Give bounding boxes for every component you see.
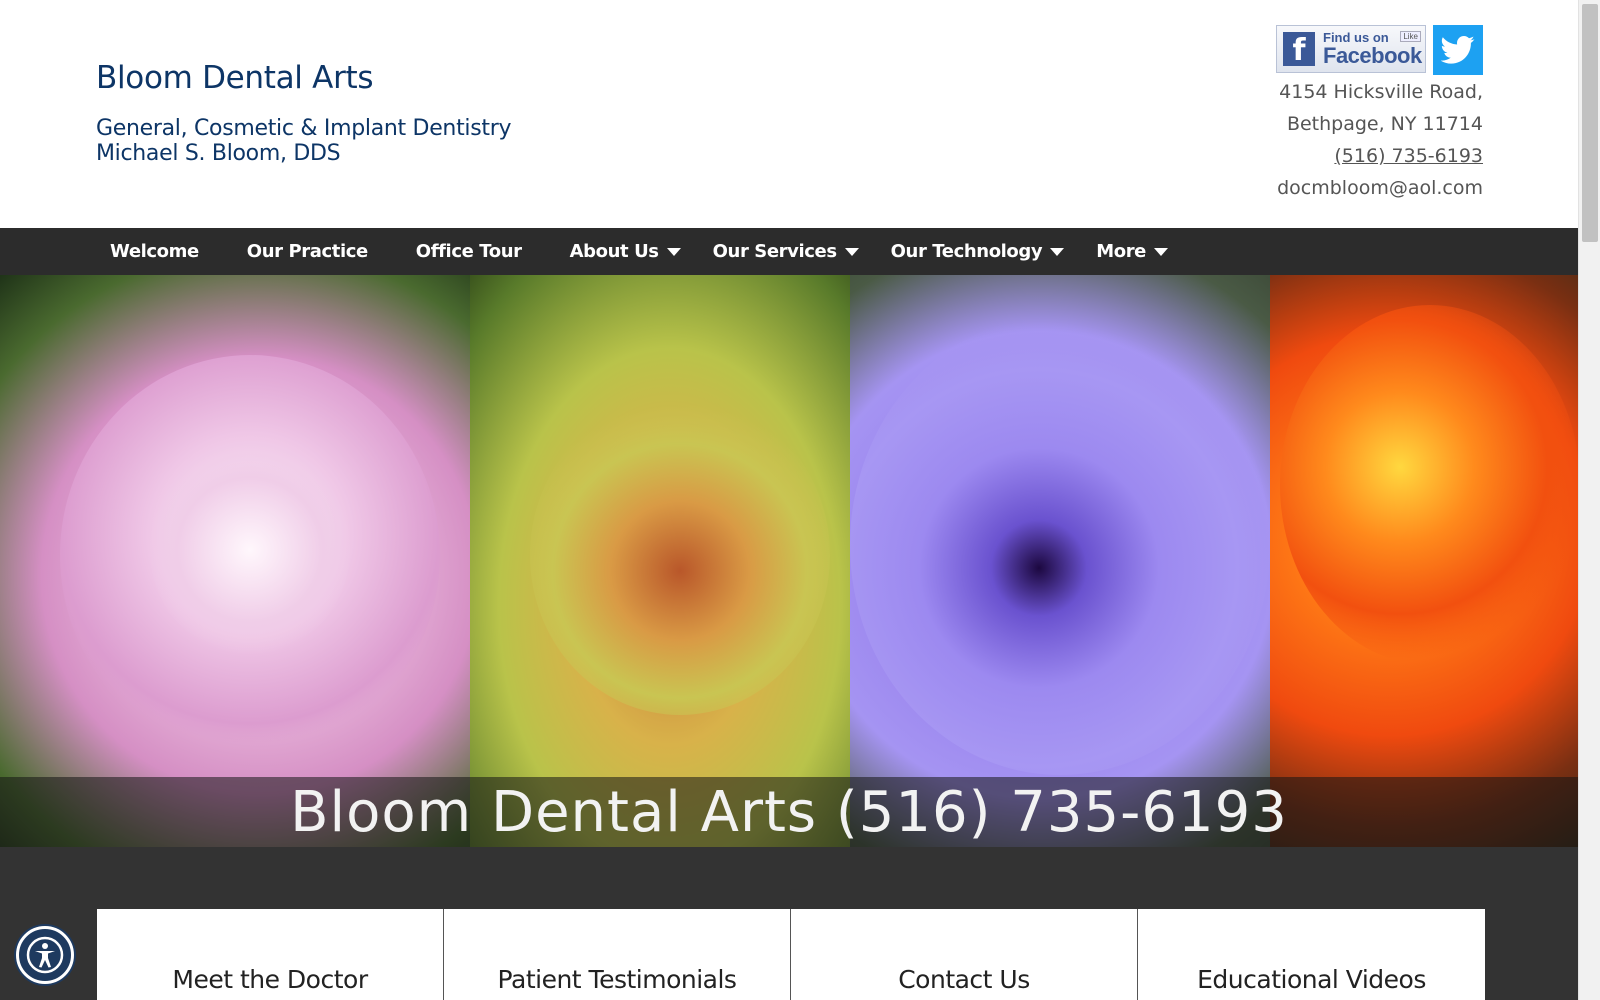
card-meet-the-doctor[interactable]: Meet the Doctor bbox=[97, 909, 444, 1000]
address-street: 4154 Hicksville Road, bbox=[1279, 81, 1483, 103]
facebook-like-badge: Like bbox=[1400, 31, 1421, 42]
hero-image-succulent bbox=[470, 275, 890, 847]
facebook-icon: f bbox=[1283, 32, 1315, 66]
nav-our-practice-label: Our Practice bbox=[246, 241, 368, 262]
site-title[interactable]: Bloom Dental Arts bbox=[96, 60, 374, 96]
twitter-bird-icon bbox=[1441, 35, 1475, 64]
site-header: Bloom Dental Arts General, Cosmetic & Im… bbox=[0, 0, 1578, 228]
card-educational-videos-label: Educational Videos bbox=[1197, 965, 1426, 994]
caret-down-icon bbox=[1153, 247, 1168, 256]
nav-our-services[interactable]: Our Services bbox=[697, 228, 875, 275]
scrollbar-thumb[interactable] bbox=[1582, 4, 1598, 242]
card-contact-us[interactable]: Contact Us bbox=[791, 909, 1138, 1000]
nav-our-services-label: Our Services bbox=[712, 241, 837, 262]
phone-link[interactable]: (516) 735-6193 bbox=[1334, 145, 1483, 167]
feature-section: Meet the Doctor Patient Testimonials Con… bbox=[0, 847, 1578, 1000]
contact-info: 4154 Hicksville Road, Bethpage, NY 11714… bbox=[1277, 76, 1483, 204]
email-address[interactable]: docmbloom@aol.com bbox=[1277, 172, 1483, 204]
accessibility-icon bbox=[26, 936, 64, 974]
caret-down-icon bbox=[1050, 247, 1065, 256]
card-educational-videos[interactable]: Educational Videos bbox=[1138, 909, 1485, 1000]
caret-down-icon bbox=[666, 247, 681, 256]
nav-our-technology[interactable]: Our Technology bbox=[875, 228, 1081, 275]
hero-image-peony bbox=[0, 275, 500, 847]
hero-banner: Bloom Dental Arts (516) 735-6193 bbox=[0, 275, 1578, 847]
page-scrollbar[interactable] bbox=[1578, 0, 1600, 1000]
page: Bloom Dental Arts General, Cosmetic & Im… bbox=[0, 0, 1578, 1000]
main-nav: Welcome Our Practice Office Tour About U… bbox=[0, 228, 1578, 275]
hero-caption: Bloom Dental Arts (516) 735-6193 bbox=[0, 777, 1578, 847]
accessibility-button[interactable] bbox=[16, 926, 74, 984]
tagline-services: General, Cosmetic & Implant Dentistry bbox=[96, 116, 512, 141]
nav-more[interactable]: More bbox=[1080, 228, 1184, 275]
nav-our-practice[interactable]: Our Practice bbox=[231, 228, 384, 275]
twitter-button[interactable] bbox=[1433, 25, 1483, 75]
nav-about-us[interactable]: About Us bbox=[554, 228, 697, 275]
tagline-doctor: Michael S. Bloom, DDS bbox=[96, 141, 341, 166]
nav-welcome-label: Welcome bbox=[110, 241, 199, 262]
facebook-label: Facebook bbox=[1323, 43, 1422, 68]
card-patient-testimonials[interactable]: Patient Testimonials bbox=[444, 909, 791, 1000]
hero-caption-text: Bloom Dental Arts (516) 735-6193 bbox=[290, 779, 1288, 845]
hero-image-orange-flower bbox=[1270, 275, 1578, 847]
nav-office-tour-label: Office Tour bbox=[415, 241, 522, 262]
nav-welcome[interactable]: Welcome bbox=[94, 228, 215, 275]
card-meet-the-doctor-label: Meet the Doctor bbox=[172, 965, 368, 994]
feature-cards: Meet the Doctor Patient Testimonials Con… bbox=[97, 909, 1485, 1000]
nav-about-us-label: About Us bbox=[569, 241, 659, 262]
facebook-button[interactable]: f Find us on Facebook Like bbox=[1276, 25, 1426, 73]
card-contact-us-label: Contact Us bbox=[898, 965, 1030, 994]
address-city: Bethpage, NY 11714 bbox=[1286, 113, 1483, 135]
site-tagline: General, Cosmetic & Implant Dentistry Mi… bbox=[96, 116, 511, 166]
nav-more-label: More bbox=[1096, 241, 1146, 262]
hero-image-purple-flower bbox=[850, 275, 1300, 847]
caret-down-icon bbox=[844, 247, 859, 256]
card-patient-testimonials-label: Patient Testimonials bbox=[497, 965, 737, 994]
social-links: f Find us on Facebook Like bbox=[1276, 25, 1483, 75]
nav-our-technology-label: Our Technology bbox=[890, 241, 1043, 262]
nav-office-tour[interactable]: Office Tour bbox=[400, 228, 538, 275]
